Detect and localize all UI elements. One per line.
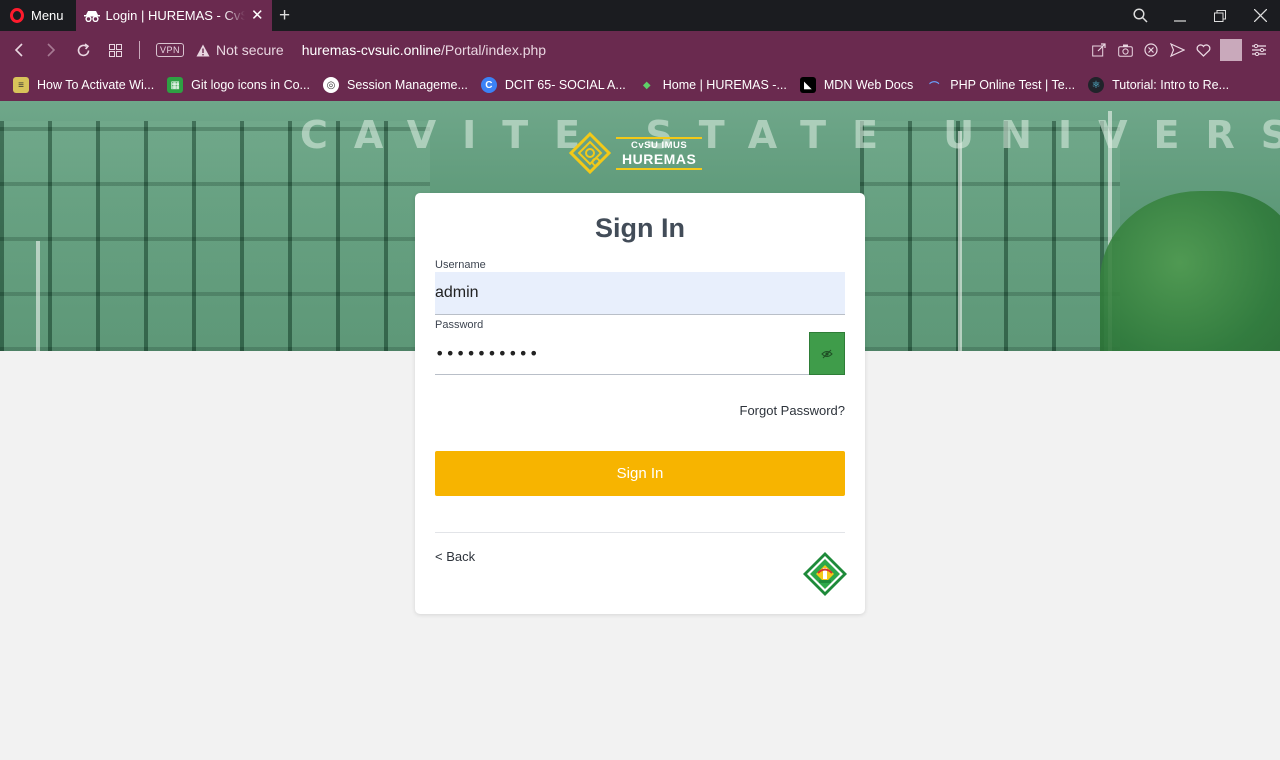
search-tabs-icon[interactable]: [1120, 0, 1160, 31]
forward-arrow-icon[interactable]: [35, 31, 67, 69]
bookmark-item[interactable]: ◣ MDN Web Docs: [799, 77, 914, 93]
snapshot-camera-icon[interactable]: [1114, 39, 1136, 61]
ad-blocker-icon[interactable]: [1140, 39, 1162, 61]
url-host: huremas-cvsuic.online: [301, 42, 442, 58]
opera-logo-icon: [10, 8, 24, 23]
address-bar: VPN Not secure huremas-cvsuic.online/Por…: [0, 31, 1280, 69]
minimize-icon[interactable]: [1160, 0, 1200, 31]
warning-icon: [196, 44, 210, 56]
password-field-wrapper: [435, 332, 845, 375]
close-tab-icon[interactable]: ✕: [251, 8, 264, 23]
close-window-icon[interactable]: [1240, 0, 1280, 31]
incognito-tab-icon: [83, 10, 100, 22]
easy-setup-icon[interactable]: [1248, 39, 1270, 61]
eye-slash-icon: [821, 349, 833, 358]
session-icon: ◎: [322, 77, 339, 93]
speed-dial-grid-icon[interactable]: [99, 31, 131, 69]
url-path: /Portal/index.php: [441, 42, 547, 58]
restore-icon[interactable]: [1200, 0, 1240, 31]
sign-in-button[interactable]: Sign In: [435, 451, 845, 496]
password-label: Password: [435, 319, 484, 331]
vpn-badge[interactable]: VPN: [156, 43, 185, 57]
opera-menu-button[interactable]: Menu: [0, 0, 76, 31]
logo-line-1: CvSU IMUS: [631, 139, 688, 151]
huremas-logo: CvSU IMUS HUREMAS: [568, 130, 718, 176]
login-card: Sign In Username Password Forgot Passwor…: [415, 193, 865, 614]
git-icon: ▦: [167, 77, 184, 93]
huremas-icon: ◆: [642, 79, 651, 91]
bookmark-label: PHP Online Test | Te...: [950, 78, 1076, 92]
bookmark-label: How To Activate Wi...: [37, 78, 155, 92]
bookmark-item[interactable]: ◎ Session Manageme...: [322, 77, 468, 93]
bookmark-item[interactable]: ⌒ PHP Online Test | Te...: [926, 77, 1075, 93]
flag-pole: [958, 131, 962, 351]
menu-label: Menu: [31, 8, 64, 23]
bookmark-item[interactable]: ▦ Git logo icons in Co...: [167, 77, 310, 93]
bookmark-label: Git logo icons in Co...: [191, 78, 310, 92]
bookmark-item[interactable]: ◆ Home | HUREMAS -...: [639, 77, 787, 93]
reload-icon[interactable]: [67, 31, 99, 69]
bookmark-item[interactable]: ⚛ Tutorial: Intro to Re...: [1088, 77, 1229, 93]
back-arrow-icon[interactable]: [3, 31, 35, 69]
toggle-password-visibility-button[interactable]: [809, 332, 845, 375]
bookmark-item[interactable]: ≡ How To Activate Wi...: [13, 77, 154, 93]
bookmark-label: Tutorial: Intro to Re...: [1112, 78, 1230, 92]
tree-foliage: [1100, 191, 1280, 351]
huremas-logo-icon: [568, 131, 612, 175]
bookmark-label: Home | HUREMAS -...: [662, 78, 787, 92]
password-input[interactable]: [435, 332, 805, 374]
heart-bookmark-icon[interactable]: [1192, 39, 1214, 61]
php-test-icon: ⌒: [929, 81, 940, 93]
share-icon[interactable]: [1088, 39, 1110, 61]
username-label: Username: [435, 259, 486, 271]
bookmark-label: Session Manageme...: [346, 78, 468, 92]
canva-icon: C: [480, 77, 497, 93]
cvsu-seal-icon: [803, 552, 847, 596]
new-tab-button[interactable]: +: [272, 0, 298, 31]
back-link[interactable]: < Back: [435, 549, 475, 564]
card-divider: [435, 532, 845, 533]
username-input[interactable]: [435, 272, 845, 314]
mdn-icon: ◣: [799, 77, 816, 93]
bookmarks-bar: ≡ How To Activate Wi... ▦ Git logo icons…: [0, 69, 1280, 101]
react-icon: ⚛: [1088, 77, 1105, 93]
page-title: Sign In: [595, 213, 685, 243]
logo-line-2: HUREMAS: [622, 150, 697, 167]
toolbar-divider-right: [1220, 39, 1242, 61]
tab-strip: Menu Login | HUREMAS - CvSU Imus ✕ +: [0, 0, 1280, 31]
forgot-password-link[interactable]: Forgot Password?: [740, 403, 846, 418]
send-flow-icon[interactable]: [1166, 39, 1188, 61]
toolbar-divider: [139, 41, 140, 59]
username-field-wrapper: [435, 272, 845, 315]
bookmark-label: DCIT 65- SOCIAL A...: [504, 78, 626, 92]
tab-title: Login | HUREMAS - CvSU Imus: [105, 8, 245, 23]
bookmark-folder-icon: ≡: [13, 77, 29, 93]
security-indicator[interactable]: Not secure: [196, 42, 284, 58]
bookmark-item[interactable]: C DCIT 65- SOCIAL A...: [480, 77, 626, 93]
lamp-post: [36, 241, 40, 351]
bookmark-label: MDN Web Docs: [823, 78, 914, 92]
url-field[interactable]: huremas-cvsuic.online/Portal/index.php: [302, 42, 546, 58]
tab-active[interactable]: Login | HUREMAS - CvSU Imus ✕: [75, 0, 272, 31]
not-secure-label: Not secure: [216, 42, 284, 58]
